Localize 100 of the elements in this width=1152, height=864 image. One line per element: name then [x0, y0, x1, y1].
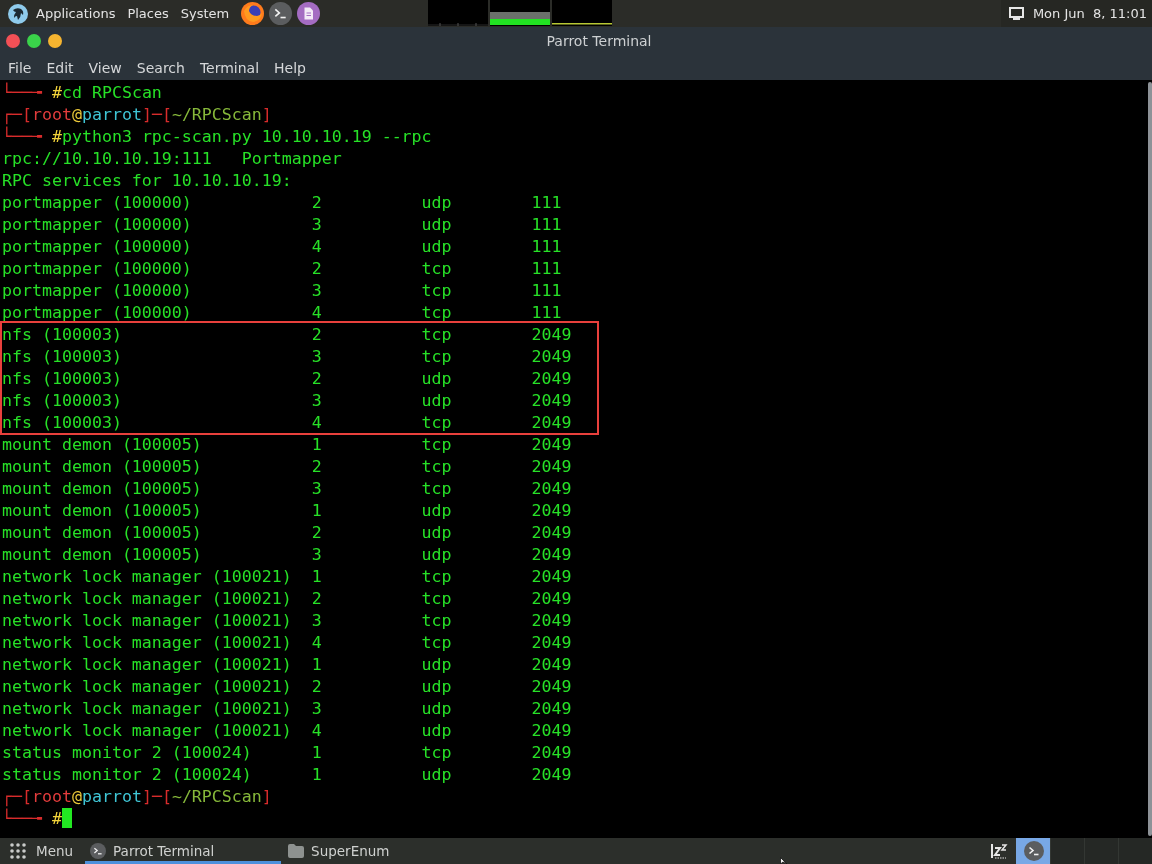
- port-number: 2049: [531, 544, 572, 564]
- service-name: mount demon (100005): [2, 478, 202, 498]
- service-name: portmapper (100000): [2, 214, 192, 234]
- protocol-name: tcp: [421, 434, 452, 454]
- menu-item[interactable]: Search: [129, 59, 192, 76]
- service-name: portmapper (100000): [2, 236, 192, 256]
- port-number: 111: [531, 236, 562, 256]
- scrollbar[interactable]: [1148, 82, 1152, 836]
- version-number: 3: [311, 214, 322, 234]
- port-number: 2049: [531, 566, 572, 586]
- service-name: network lock manager (100021): [2, 566, 292, 586]
- output-line: rpc://10.10.10.19:111 Portmapper: [2, 148, 342, 168]
- panel-menu[interactable]: Places: [123, 6, 173, 21]
- protocol-name: udp: [421, 654, 452, 674]
- version-number: 2: [311, 676, 322, 696]
- protocol-name: tcp: [421, 346, 452, 366]
- service-name: network lock manager (100021): [2, 588, 292, 608]
- protocol-name: udp: [421, 390, 452, 410]
- window-title: Parrot Terminal: [546, 33, 652, 49]
- version-number: 1: [311, 764, 322, 784]
- service-name: network lock manager (100021): [2, 632, 292, 652]
- close-button[interactable]: [6, 34, 20, 48]
- version-number: 2: [311, 522, 322, 542]
- version-number: 4: [311, 632, 322, 652]
- menu-item[interactable]: File: [1, 59, 39, 76]
- monitor-icon[interactable]: [1008, 7, 1024, 20]
- maximize-button[interactable]: [27, 34, 41, 48]
- service-name: portmapper (100000): [2, 192, 192, 212]
- service-name: mount demon (100005): [2, 456, 202, 476]
- protocol-name: tcp: [421, 412, 452, 432]
- port-number: 111: [531, 280, 562, 300]
- command-line: └──╼ #python3 rpc-scan.py 10.10.10.19 --rpc: [2, 126, 432, 146]
- version-number: 1: [311, 742, 322, 762]
- version-number: 1: [311, 434, 322, 454]
- protocol-name: udp: [421, 764, 452, 784]
- version-number: 3: [311, 478, 322, 498]
- version-number: 3: [311, 610, 322, 630]
- task-button[interactable]: SuperEnum: [283, 838, 480, 864]
- protocol-name: tcp: [421, 588, 452, 608]
- version-number: 3: [311, 544, 322, 564]
- menu-item[interactable]: Help: [267, 59, 313, 76]
- document-icon[interactable]: [297, 2, 321, 25]
- service-name: mount demon (100005): [2, 434, 202, 454]
- protocol-name: udp: [421, 544, 452, 564]
- port-number: 2049: [531, 764, 572, 784]
- menu-item[interactable]: Terminal: [192, 59, 267, 76]
- protocol-name: tcp: [421, 478, 452, 498]
- menu-button[interactable]: Menu: [0, 838, 82, 864]
- protocol-name: tcp: [421, 742, 452, 762]
- version-number: 2: [311, 456, 322, 476]
- version-number: 4: [311, 236, 322, 256]
- port-number: 111: [531, 192, 562, 212]
- protocol-name: tcp: [421, 632, 452, 652]
- port-number: 2049: [531, 412, 572, 432]
- port-number: 2049: [531, 610, 572, 630]
- folder-icon: [288, 843, 305, 859]
- protocol-name: udp: [421, 214, 452, 234]
- protocol-name: udp: [421, 236, 452, 256]
- service-name: status monitor 2 (100024): [2, 764, 252, 784]
- protocol-name: udp: [421, 368, 452, 388]
- port-number: 2049: [531, 698, 572, 718]
- port-number: 2049: [531, 588, 572, 608]
- port-number: 2049: [531, 742, 572, 762]
- port-number: 111: [531, 302, 562, 322]
- task-button[interactable]: Parrot Terminal: [85, 838, 282, 864]
- command-line: └──╼ #: [2, 808, 62, 828]
- workspace-button[interactable]: [1016, 838, 1050, 864]
- sleep-icon[interactable]: [990, 842, 1008, 860]
- menu-item[interactable]: Edit: [39, 59, 81, 76]
- version-number: 4: [311, 720, 322, 740]
- globe-icon[interactable]: [241, 2, 265, 25]
- port-number: 2049: [531, 632, 572, 652]
- terminal-icon: [1023, 841, 1044, 861]
- port-number: 2049: [531, 720, 572, 740]
- bird-logo-icon[interactable]: [8, 3, 28, 24]
- system-monitor-graph: [490, 0, 550, 26]
- protocol-name: udp: [421, 192, 452, 212]
- service-name: mount demon (100005): [2, 500, 202, 520]
- panel-menu[interactable]: System: [176, 6, 234, 21]
- service-name: mount demon (100005): [2, 544, 202, 564]
- port-number: 2049: [531, 368, 572, 388]
- version-number: 2: [311, 192, 322, 212]
- protocol-name: udp: [421, 676, 452, 696]
- service-name: portmapper (100000): [2, 258, 192, 278]
- port-number: 2049: [531, 522, 572, 542]
- service-name: nfs (100003): [2, 412, 122, 432]
- minimize-button[interactable]: [48, 34, 62, 48]
- port-number: 2049: [531, 390, 572, 410]
- port-number: 111: [531, 214, 562, 234]
- service-name: network lock manager (100021): [2, 720, 292, 740]
- output-line: RPC services for 10.10.10.19:: [2, 170, 292, 190]
- protocol-name: tcp: [421, 566, 452, 586]
- protocol-name: udp: [421, 720, 452, 740]
- menu-item[interactable]: View: [81, 59, 129, 76]
- protocol-name: tcp: [421, 324, 452, 344]
- terminal-icon[interactable]: [269, 2, 293, 25]
- mouse-pointer-icon: [780, 857, 788, 864]
- panel-menu[interactable]: Applications: [32, 6, 120, 21]
- port-number: 2049: [531, 346, 572, 366]
- protocol-name: udp: [421, 522, 452, 542]
